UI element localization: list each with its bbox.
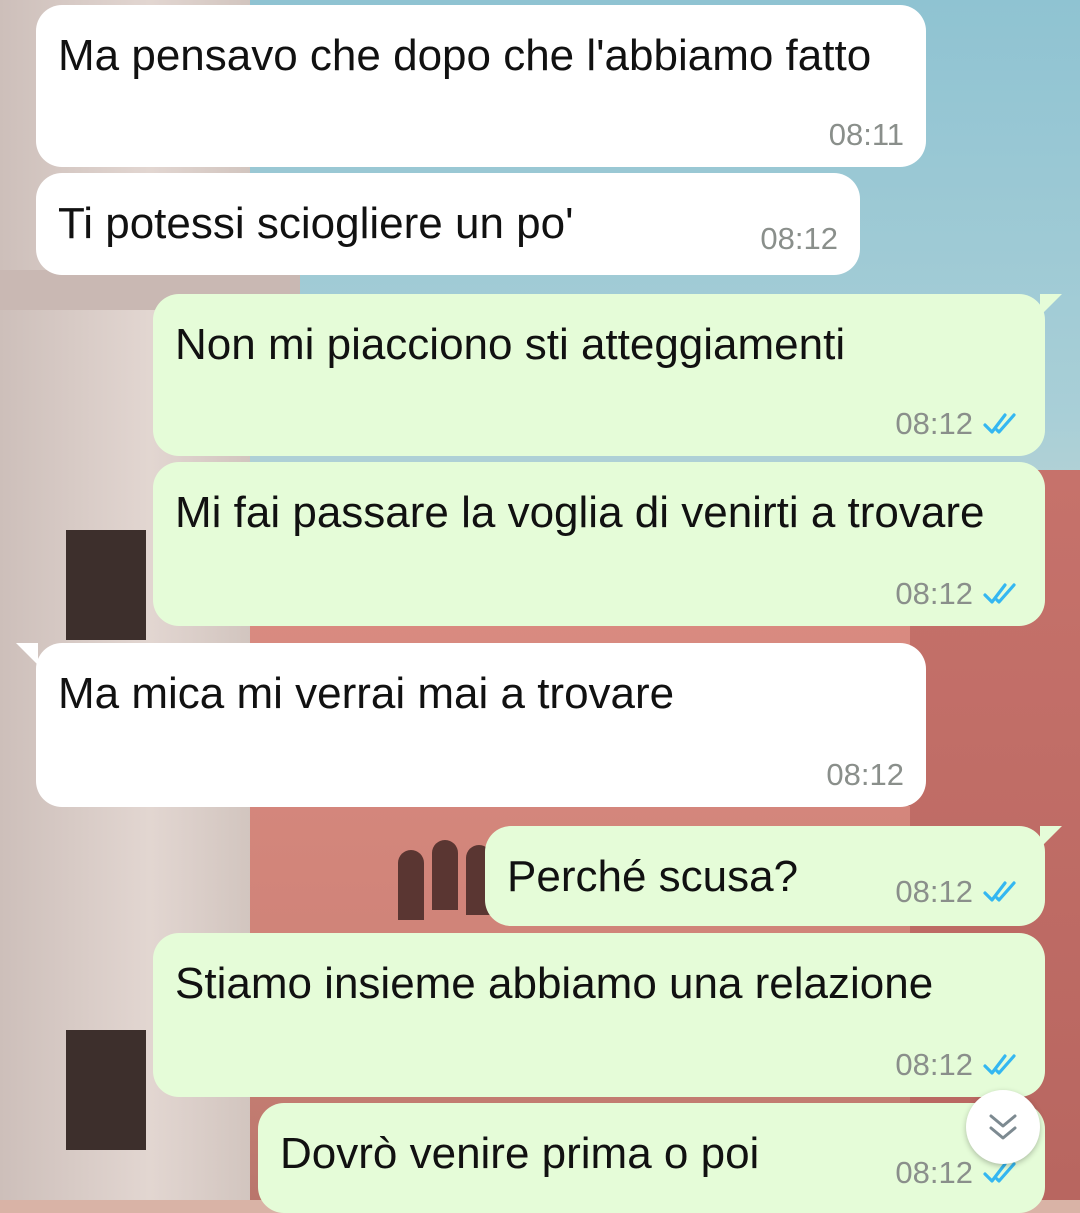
message-bubble-outgoing[interactable]: Perché scusa? 08:12 bbox=[485, 826, 1045, 926]
message-time: 08:11 bbox=[828, 117, 904, 152]
message-text: Non mi piacciono sti atteggiamenti bbox=[175, 320, 846, 369]
message-text: Ma mica mi verrai mai a trovare bbox=[58, 669, 675, 718]
message-time: 08:12 bbox=[895, 576, 973, 611]
message-text: Ti potessi sciogliere un po' bbox=[58, 199, 574, 248]
bubble-tail bbox=[16, 643, 38, 665]
message-bubble-outgoing[interactable]: Non mi piacciono sti atteggiamenti 08:12 bbox=[153, 294, 1045, 456]
double-check-icon bbox=[983, 1054, 1016, 1075]
message-bubble-incoming[interactable]: Ma mica mi verrai mai a trovare 08:12 bbox=[36, 643, 926, 807]
message-text: Mi fai passare la voglia di venirti a tr… bbox=[175, 488, 985, 537]
message-time: 08:12 bbox=[760, 221, 838, 256]
message-bubble-outgoing[interactable]: Dovrò venire prima o poi 08:12 bbox=[258, 1103, 1045, 1213]
message-time: 08:12 bbox=[895, 1047, 973, 1082]
message-time: 08:12 bbox=[826, 757, 904, 792]
double-check-icon bbox=[983, 583, 1016, 604]
double-chevron-down-icon bbox=[989, 1114, 1017, 1140]
message-time: 08:12 bbox=[895, 874, 973, 909]
message-text: Stiamo insieme abbiamo una relazione bbox=[175, 959, 934, 1008]
message-bubble-outgoing[interactable]: Mi fai passare la voglia di venirti a tr… bbox=[153, 462, 1045, 626]
message-bubble-incoming[interactable]: Ma pensavo che dopo che l'abbiamo fatto … bbox=[36, 5, 926, 167]
message-bubble-outgoing[interactable]: Stiamo insieme abbiamo una relazione 08:… bbox=[153, 933, 1045, 1097]
double-check-icon bbox=[983, 413, 1016, 434]
message-time: 08:12 bbox=[895, 406, 973, 441]
scroll-to-bottom-button[interactable] bbox=[966, 1090, 1040, 1164]
message-time: 08:12 bbox=[895, 1155, 973, 1190]
message-bubble-incoming[interactable]: Ti potessi sciogliere un po' 08:12 bbox=[36, 173, 860, 275]
message-text: Ma pensavo che dopo che l'abbiamo fatto bbox=[58, 31, 872, 80]
double-check-icon bbox=[983, 881, 1016, 902]
